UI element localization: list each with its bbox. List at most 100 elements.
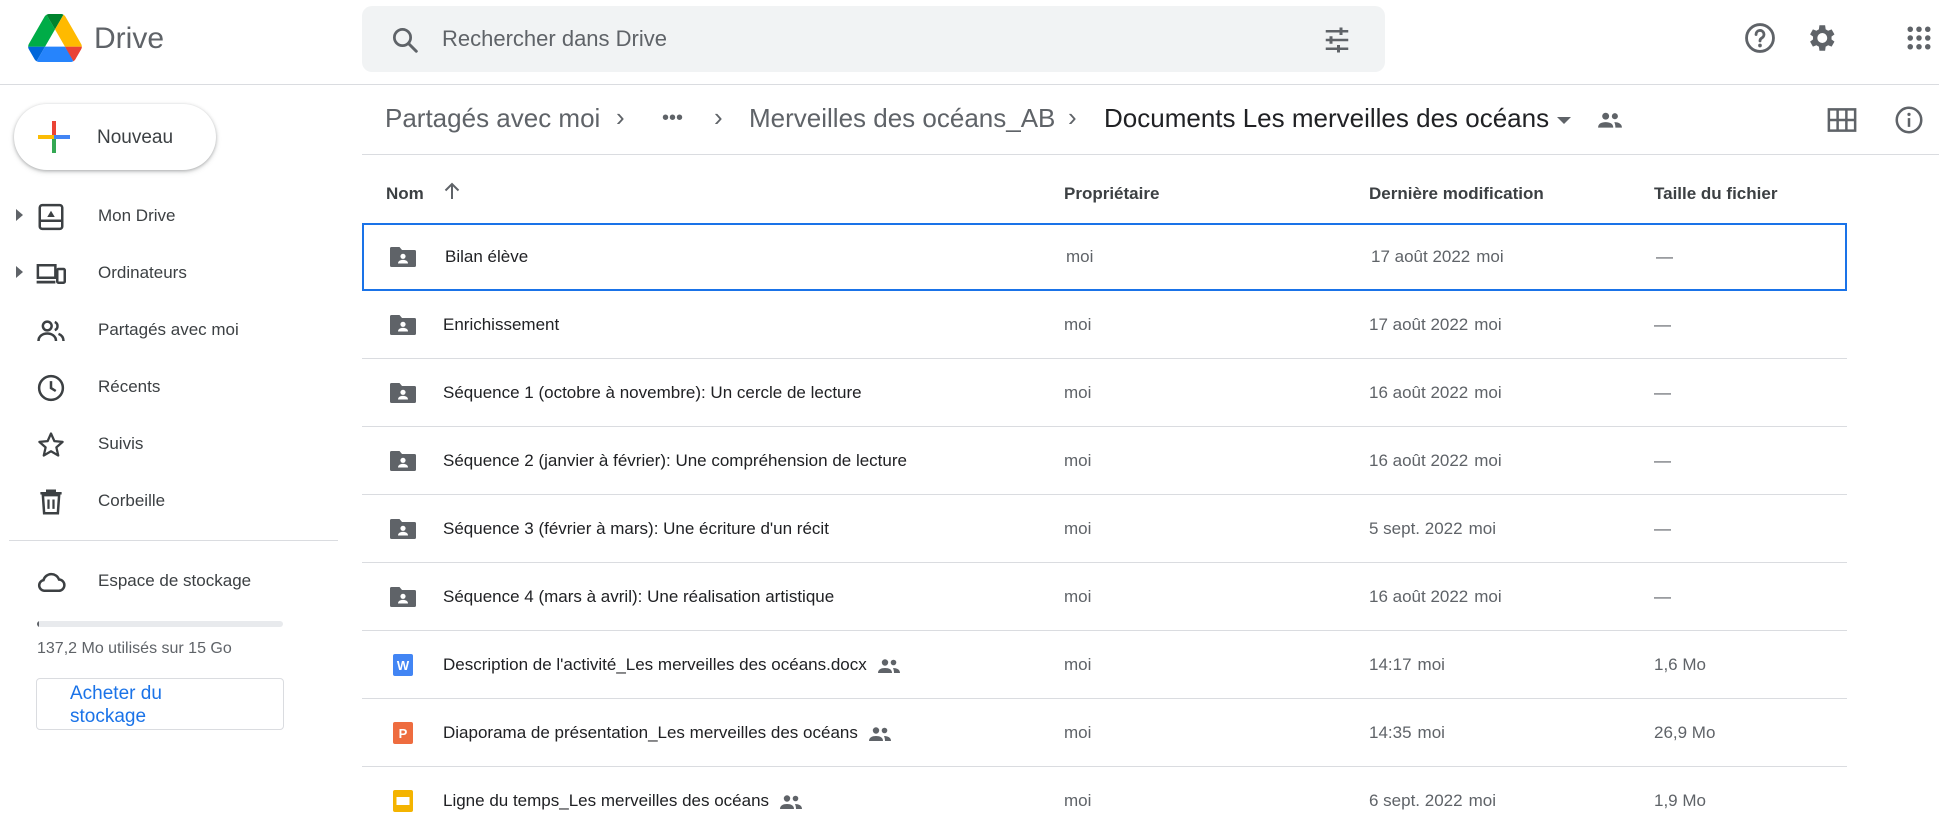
new-button-label: Nouveau [97, 127, 174, 148]
file-modified: 5 sept. 2022 moi [1369, 519, 1496, 539]
file-modified-date: 14:35 [1369, 723, 1412, 742]
shared-icon [780, 794, 803, 809]
shared-icon [868, 726, 891, 741]
search-input[interactable] [442, 20, 1262, 58]
file-modified-date: 17 août 2022 [1369, 315, 1469, 334]
plus-icon [38, 121, 70, 153]
file-modified-date: 5 sept. 2022 [1369, 519, 1463, 538]
settings-gear-icon[interactable] [1804, 21, 1838, 55]
file-row[interactable]: Séquence 1 (octobre à novembre): Un cerc… [362, 359, 1847, 427]
file-owner: moi [1064, 791, 1092, 810]
file-size: — [1654, 451, 1671, 470]
sidebar-item-label: Ordinateurs [98, 263, 187, 282]
expand-arrow-icon[interactable] [16, 209, 23, 221]
file-modified: 6 sept. 2022 moi [1369, 791, 1496, 811]
file-modified-by: moi [1468, 519, 1496, 538]
storage-usage-bar [37, 621, 283, 627]
file-owner: moi [1064, 451, 1092, 470]
buy-storage-label: Acheter du stockage [70, 683, 162, 727]
buy-storage-button[interactable]: Acheter du stockage [36, 678, 284, 730]
chevron-right-icon: › [1068, 102, 1077, 132]
info-icon[interactable] [1894, 105, 1924, 135]
storage-usage-fill [37, 621, 40, 627]
computers-icon [36, 264, 66, 284]
file-size: 26,9 Mo [1654, 723, 1716, 742]
file-name[interactable]: Séquence 3 (février à mars): Une écritur… [443, 519, 829, 539]
file-row[interactable]: Séquence 2 (janvier à février): Une comp… [362, 427, 1847, 495]
file-row[interactable]: Séquence 3 (février à mars): Une écritur… [362, 495, 1847, 563]
shared-folder-icon [390, 451, 416, 471]
sidebar-item-label: Mon Drive [98, 206, 176, 225]
breadcrumb: Partagés avec moi › ••• › Merveilles des… [362, 85, 1939, 155]
search-icon[interactable] [390, 25, 420, 55]
sidebar-item-shared-with-me[interactable]: Partagés avec moi [0, 305, 338, 355]
file-owner: moi [1066, 247, 1094, 266]
sidebar-item-storage[interactable]: Espace de stockage [0, 556, 338, 606]
file-row[interactable]: W Description de l'activité_Les merveille… [362, 631, 1847, 699]
file-name[interactable]: Séquence 2 (janvier à février): Une comp… [443, 451, 907, 471]
file-name-text: Séquence 4 (mars à avril): Une réalisati… [443, 587, 835, 606]
file-row[interactable]: Enrichissement moi 17 août 2022 moi — [362, 291, 1847, 359]
file-size: 1,6 Mo [1654, 655, 1706, 674]
sidebar-item-trash[interactable]: Corbeille [0, 476, 338, 526]
file-row[interactable]: Séquence 4 (mars à avril): Une réalisati… [362, 563, 1847, 631]
file-row[interactable]: Bilan élève moi 17 août 2022 moi — [362, 223, 1847, 291]
column-header-owner[interactable]: Propriétaire [1064, 184, 1159, 204]
shared-people-icon [37, 320, 65, 342]
apps-grid-icon[interactable] [1904, 21, 1934, 55]
file-name[interactable]: Description de l'activité_Les merveilles… [443, 655, 901, 675]
file-modified: 16 août 2022 moi [1369, 383, 1502, 403]
sidebar-item-my-drive[interactable]: Mon Drive [0, 191, 338, 241]
file-modified: 17 août 2022 moi [1369, 315, 1502, 335]
file-modified-by: moi [1474, 587, 1502, 606]
file-owner: moi [1064, 315, 1092, 334]
breadcrumb-parent[interactable]: Merveilles des océans_AB [749, 103, 1055, 134]
breadcrumb-more[interactable]: ••• [662, 107, 683, 130]
grid-view-icon[interactable] [1827, 107, 1857, 133]
column-header-size[interactable]: Taille du fichier [1654, 184, 1777, 204]
arrow-up-icon[interactable] [442, 181, 462, 201]
breadcrumb-current[interactable]: Documents Les merveilles des océans [1104, 103, 1549, 134]
file-row[interactable]: Ligne du temps_Les merveilles des océans… [362, 767, 1847, 829]
file-row[interactable]: P Diaporama de présentation_Les merveille… [362, 699, 1847, 767]
column-header-modified[interactable]: Dernière modification [1369, 184, 1544, 204]
clock-icon [37, 374, 65, 402]
file-name[interactable]: Ligne du temps_Les merveilles des océans [443, 791, 803, 811]
file-modified-by: moi [1417, 655, 1445, 674]
sidebar-item-label: Suivis [98, 434, 144, 453]
shared-folder-icon [390, 519, 416, 539]
file-size: — [1656, 247, 1673, 266]
file-name-text: Bilan élève [445, 247, 529, 266]
file-type-letter: P [399, 726, 408, 741]
expand-arrow-icon[interactable] [16, 266, 23, 278]
storage-usage-text: 137,2 Mo utilisés sur 15 Go [37, 640, 232, 657]
file-modified-by: moi [1474, 451, 1502, 470]
sidebar-item-label: Corbeille [98, 491, 166, 510]
drive-logo-icon[interactable] [28, 14, 82, 62]
file-name[interactable]: Bilan élève [445, 247, 528, 267]
new-button[interactable]: Nouveau [14, 104, 216, 170]
chevron-right-icon: › [616, 102, 625, 132]
search-bar[interactable] [362, 6, 1385, 72]
sidebar-item-recent[interactable]: Récents [0, 362, 338, 412]
search-options-icon[interactable] [1322, 25, 1352, 55]
file-name[interactable]: Séquence 4 (mars à avril): Une réalisati… [443, 587, 834, 607]
file-modified-date: 14:17 [1369, 655, 1412, 674]
file-name[interactable]: Enrichissement [443, 315, 559, 335]
sidebar-item-computers[interactable]: Ordinateurs [0, 248, 338, 298]
file-owner: moi [1064, 519, 1092, 538]
folder-menu-dropdown-icon[interactable] [1557, 117, 1571, 124]
top-header: Drive [0, 0, 1939, 85]
sidebar-item-starred[interactable]: Suivis [0, 419, 338, 469]
file-size: — [1654, 519, 1671, 538]
breadcrumb-root[interactable]: Partagés avec moi [385, 103, 600, 134]
file-modified-by: moi [1474, 315, 1502, 334]
file-name[interactable]: Diaporama de présentation_Les merveilles… [443, 723, 892, 743]
chevron-right-icon: › [714, 102, 723, 132]
trash-icon [40, 489, 62, 515]
help-icon[interactable] [1743, 21, 1777, 55]
file-name-text: Séquence 3 (février à mars): Une écritur… [443, 519, 829, 538]
column-header-name[interactable]: Nom [386, 184, 424, 204]
file-name[interactable]: Séquence 1 (octobre à novembre): Un cerc… [443, 383, 862, 403]
file-list-header: Nom Propriétaire Dernière modification T… [362, 155, 1847, 223]
